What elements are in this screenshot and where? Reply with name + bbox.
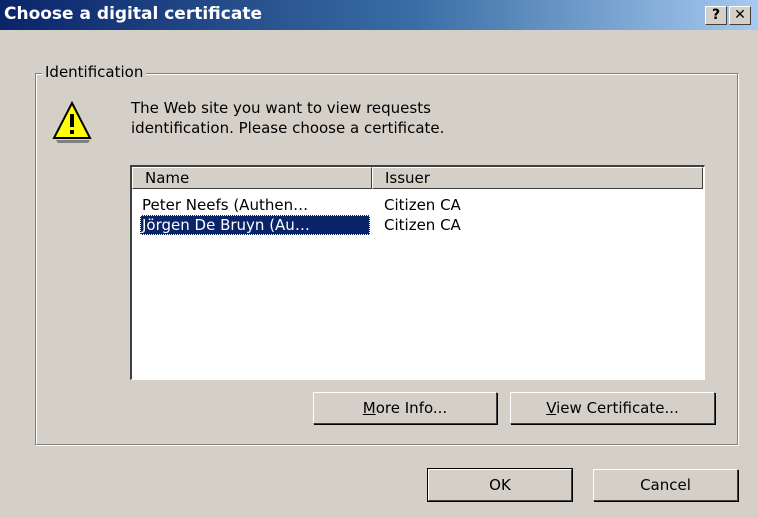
ok-button[interactable]: OK <box>427 468 573 502</box>
title-bar[interactable]: Choose a digital certificate ? ✕ <box>0 0 758 30</box>
cert-issuer: Citizen CA <box>384 216 461 234</box>
list-header: Name Issuer <box>132 167 704 189</box>
column-header-issuer[interactable]: Issuer <box>372 167 703 189</box>
more-info-mnemonic: M <box>362 399 376 417</box>
view-certificate-mnemonic: V <box>546 399 557 417</box>
cert-issuer: Citizen CA <box>384 196 461 214</box>
view-certificate-button[interactable]: View Certificate... <box>510 392 715 424</box>
intro-message: The Web site you want to view requests i… <box>131 98 571 138</box>
list-item-selected[interactable]: Jörgen De Bruyn (Au… Citizen CA <box>132 215 704 235</box>
intro-line-2: identification. Please choose a certific… <box>131 119 445 137</box>
certificate-list[interactable]: Name Issuer Peter Neefs (Authen… Citizen… <box>130 165 705 380</box>
view-certificate-label: iew Certificate... <box>556 399 679 417</box>
close-button[interactable]: ✕ <box>729 6 751 25</box>
column-header-name[interactable]: Name <box>132 167 372 189</box>
group-label: Identification <box>42 63 147 81</box>
more-info-label: ore Info... <box>375 399 448 417</box>
help-button[interactable]: ? <box>705 6 727 25</box>
cert-name: Peter Neefs (Authen… <box>142 196 309 214</box>
warning-triangle-icon <box>52 100 92 143</box>
more-info-button[interactable]: More Info... <box>313 392 497 424</box>
cert-name: Jörgen De Bruyn (Au… <box>140 215 370 235</box>
intro-line-1: The Web site you want to view requests <box>131 99 431 117</box>
cancel-button[interactable]: Cancel <box>593 469 738 501</box>
certificate-dialog: Choose a digital certificate ? ✕ Identif… <box>0 0 758 518</box>
window-title: Choose a digital certificate <box>4 4 262 24</box>
list-item[interactable]: Peter Neefs (Authen… Citizen CA <box>132 195 704 215</box>
